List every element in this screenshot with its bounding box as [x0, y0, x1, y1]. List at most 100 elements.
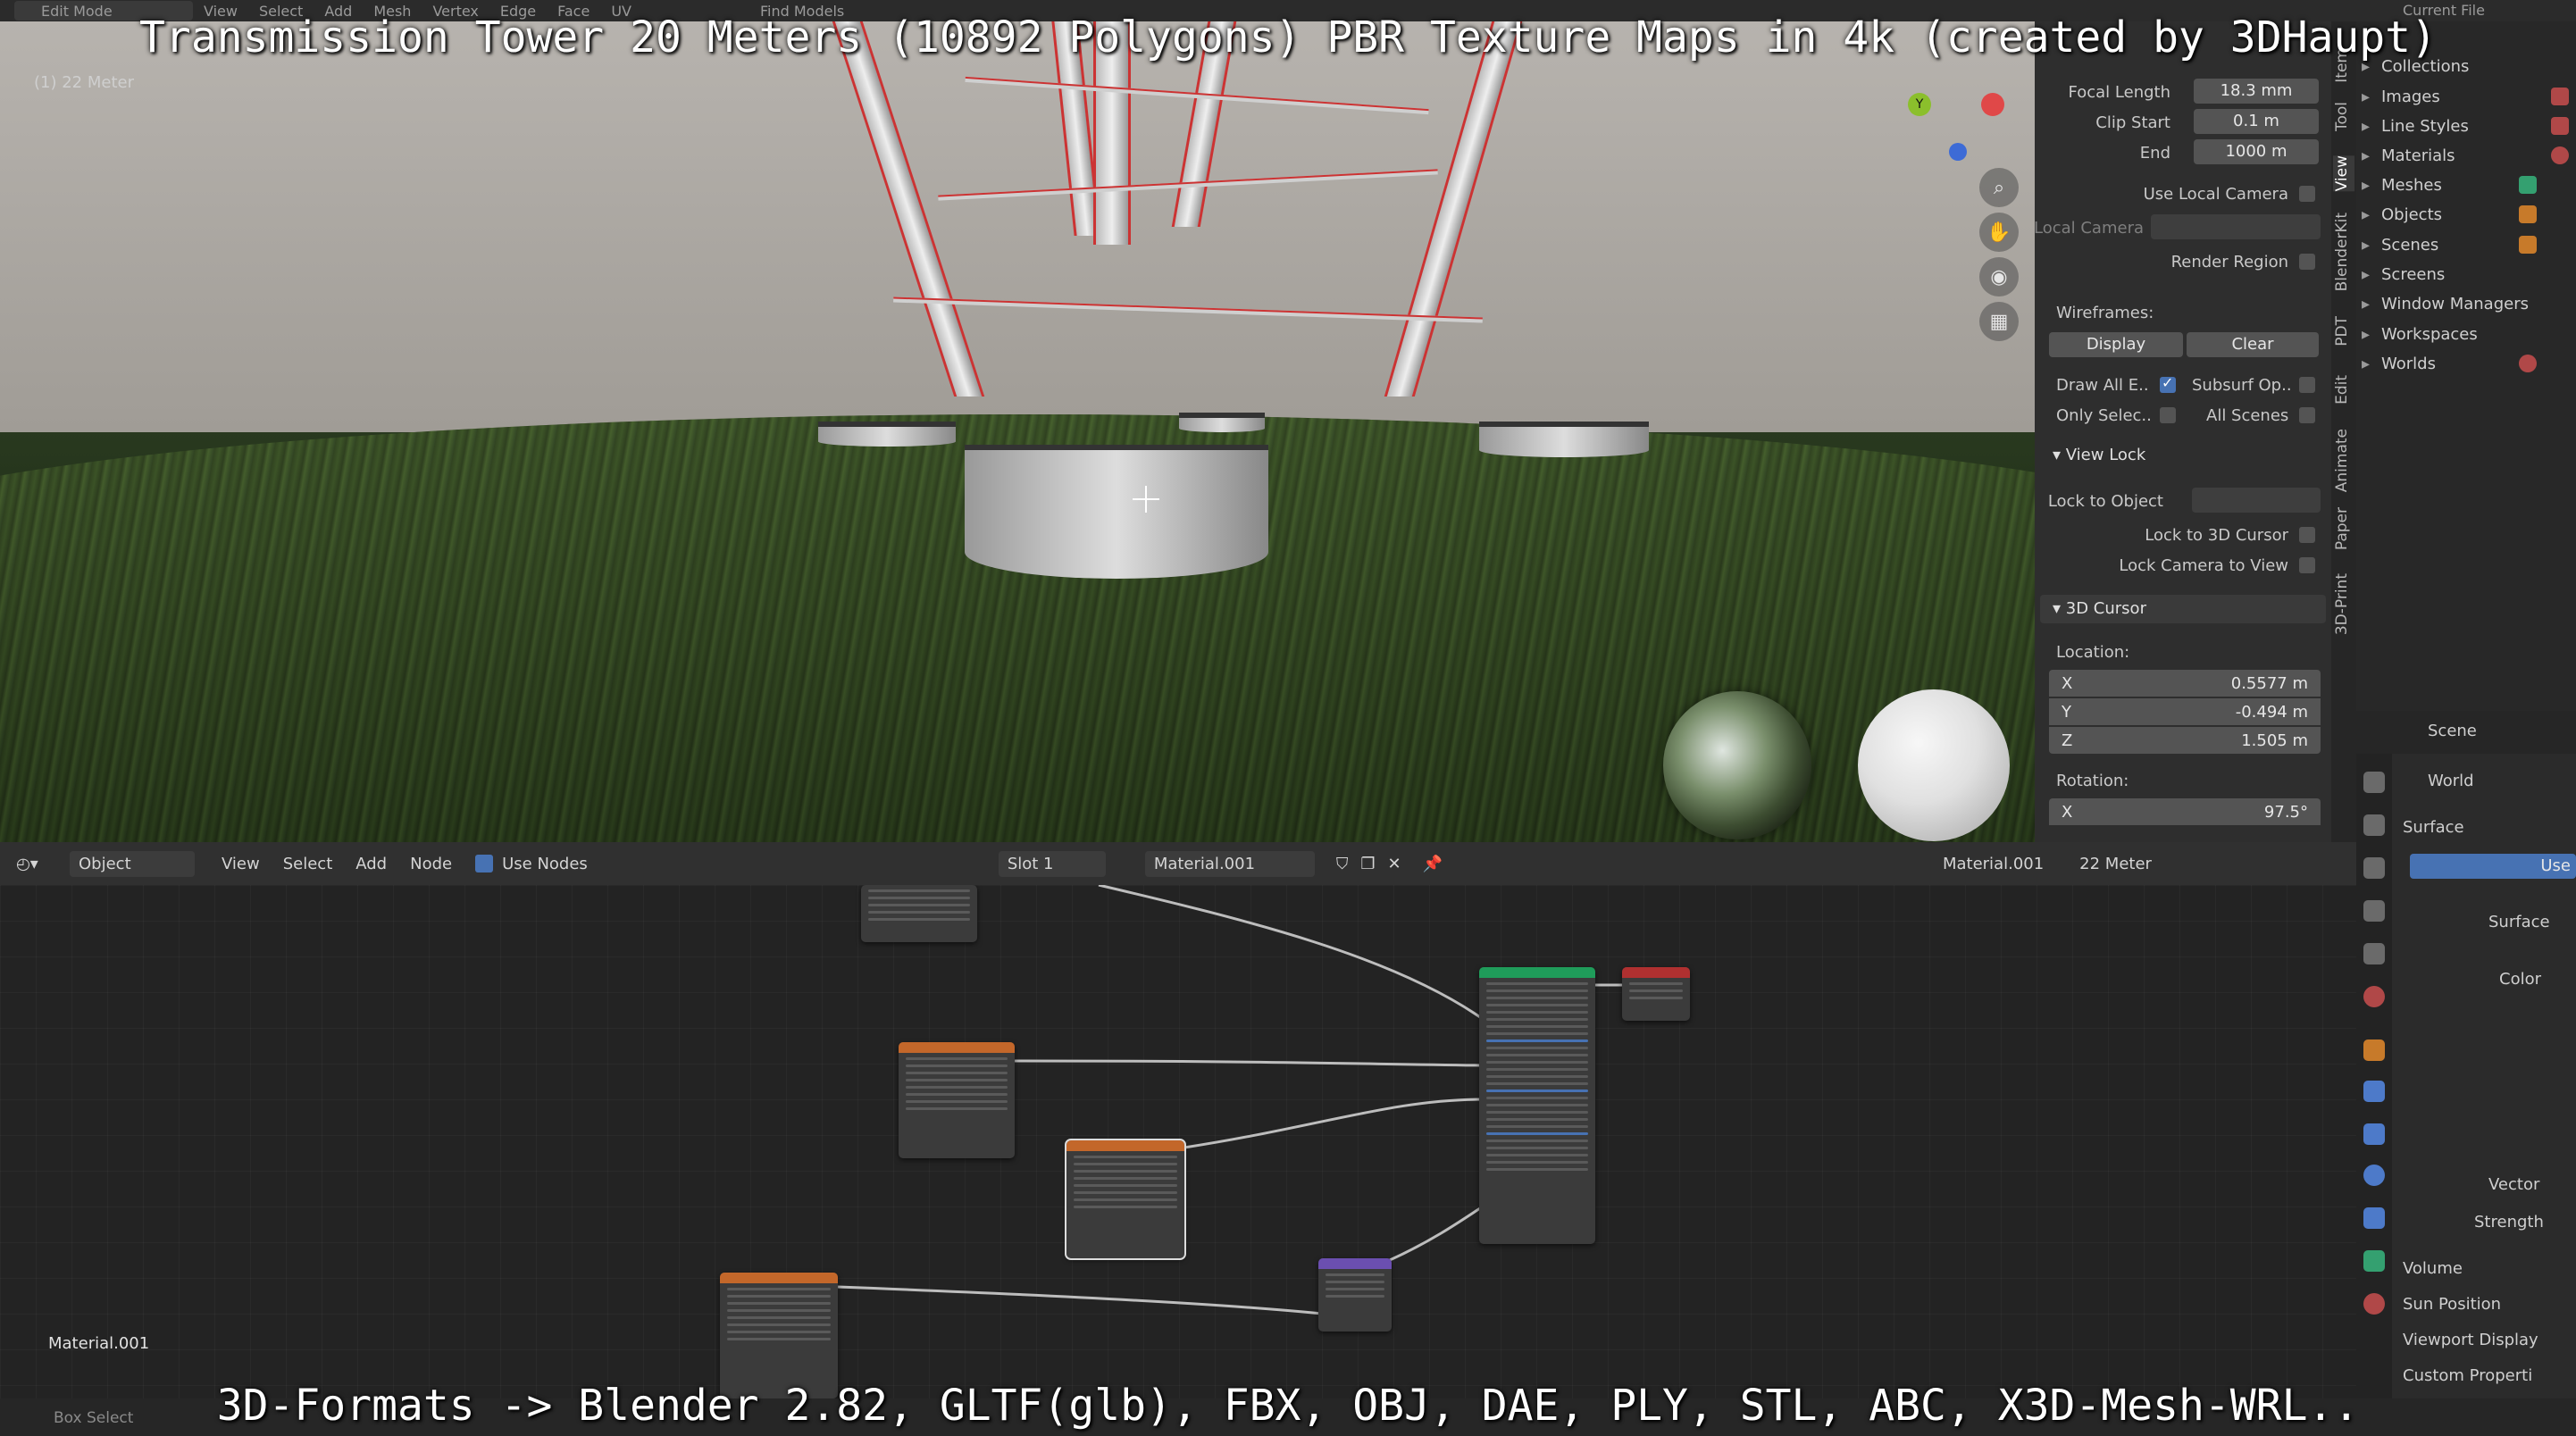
- material-selector[interactable]: Material.001: [1144, 850, 1315, 877]
- location-y-field[interactable]: Y -0.494 m: [2049, 698, 2321, 725]
- pan-hand-icon[interactable]: ✋: [1979, 213, 2019, 252]
- rotation-x-value: 97.5°: [2263, 803, 2308, 822]
- texture-node[interactable]: [861, 885, 977, 942]
- rotation-x-field[interactable]: X 97.5°: [2049, 798, 2321, 825]
- world-selector[interactable]: World: [2428, 772, 2474, 790]
- constraints-icon[interactable]: [2363, 1207, 2385, 1229]
- gizmo-z-axis[interactable]: [1949, 143, 1967, 161]
- world-icon[interactable]: [2363, 986, 2385, 1007]
- material-output-node[interactable]: [1622, 967, 1690, 1021]
- tab-view[interactable]: View: [2333, 155, 2354, 192]
- editor-type-icon[interactable]: ◴▾: [16, 855, 61, 873]
- view-layer-icon[interactable]: [2363, 900, 2385, 922]
- outliner-item-screens[interactable]: Screens: [2362, 265, 2445, 284]
- gizmo-x-axis[interactable]: [1981, 93, 2004, 116]
- menu-view[interactable]: View: [222, 855, 260, 873]
- local-camera-field[interactable]: [2151, 214, 2321, 239]
- lock-camera-checkbox[interactable]: [2299, 557, 2315, 573]
- mesh-data-icon[interactable]: [2363, 1250, 2385, 1272]
- pin-icon[interactable]: 📌: [1423, 855, 1443, 873]
- location-x-field[interactable]: X 0.5577 m: [2049, 670, 2321, 697]
- output-icon[interactable]: [2363, 857, 2385, 879]
- subsurf-checkbox[interactable]: [2299, 377, 2315, 393]
- 3d-cursor-section[interactable]: ▾ 3D Cursor: [2040, 595, 2326, 623]
- outliner-item-scenes[interactable]: Scenes: [2362, 236, 2438, 255]
- location-z-field[interactable]: Z 1.505 m: [2049, 727, 2321, 754]
- draw-all-checkbox[interactable]: [2160, 374, 2176, 393]
- 3d-cursor-crosshair[interactable]: [1133, 486, 1159, 513]
- outliner-item-window-managers[interactable]: Window Managers: [2362, 295, 2529, 313]
- clip-start-field[interactable]: 0.1 m: [2194, 109, 2319, 134]
- zoom-icon[interactable]: ⌕: [1979, 168, 2019, 207]
- viewport-display-section[interactable]: Viewport Display: [2403, 1331, 2538, 1349]
- clip-end-field[interactable]: 1000 m: [2194, 139, 2319, 164]
- modifier-wrench-icon[interactable]: [2363, 1081, 2385, 1102]
- scene-selector[interactable]: Scene: [2428, 722, 2477, 740]
- strength-label: Strength: [2474, 1213, 2544, 1231]
- breadcrumb-material: Material.001: [1942, 854, 2045, 873]
- menu-node[interactable]: Node: [410, 855, 452, 873]
- duplicate-material-icon[interactable]: ❐: [1360, 855, 1375, 873]
- slot-selector[interactable]: Slot 1: [998, 850, 1106, 877]
- image-texture-node[interactable]: [899, 1042, 1015, 1158]
- fake-user-shield-icon[interactable]: ⛉: [1336, 855, 1349, 873]
- outliner-item-images[interactable]: Images: [2362, 88, 2440, 106]
- tab-edit[interactable]: Edit: [2333, 375, 2354, 405]
- object-icon[interactable]: [2363, 1039, 2385, 1061]
- render-region-checkbox[interactable]: [2299, 254, 2315, 270]
- gizmo-y-axis[interactable]: Y: [1908, 93, 1931, 116]
- normal-map-node[interactable]: [1318, 1258, 1392, 1332]
- tool-icon[interactable]: [2363, 772, 2385, 793]
- tab-animate[interactable]: Animate: [2333, 429, 2354, 492]
- scene-icon[interactable]: [2363, 943, 2385, 964]
- object-type-selector[interactable]: Object: [70, 850, 195, 877]
- menu-select[interactable]: Select: [283, 855, 333, 873]
- material-icon[interactable]: [2363, 1293, 2385, 1315]
- properties-header: Scene: [2356, 711, 2576, 754]
- tab-pdt[interactable]: PDT: [2333, 316, 2354, 346]
- view-lock-section[interactable]: ▾ View Lock: [2040, 441, 2326, 470]
- wireframe-display-button[interactable]: Display: [2049, 332, 2183, 357]
- image-texture-node[interactable]: [720, 1273, 838, 1398]
- menu-add[interactable]: Add: [355, 855, 387, 873]
- render-icon[interactable]: [2363, 814, 2385, 836]
- all-scenes-checkbox[interactable]: [2299, 407, 2315, 423]
- axis-x-label: X: [2062, 674, 2073, 693]
- surface-section[interactable]: Surface: [2403, 818, 2464, 837]
- lock-3d-cursor-checkbox[interactable]: [2299, 527, 2315, 543]
- outliner-item-workspaces[interactable]: Workspaces: [2362, 325, 2478, 344]
- physics-icon[interactable]: [2363, 1165, 2385, 1186]
- use-local-camera-checkbox[interactable]: [2299, 186, 2315, 202]
- outliner-item-materials[interactable]: Materials: [2362, 146, 2455, 165]
- tab-blenderkit[interactable]: BlenderKit: [2333, 213, 2354, 291]
- use-nodes-checkbox[interactable]: [475, 855, 494, 872]
- sun-position-section[interactable]: Sun Position: [2403, 1295, 2501, 1314]
- only-selected-checkbox[interactable]: [2160, 407, 2176, 423]
- perspective-grid-icon[interactable]: ▦: [1979, 302, 2019, 341]
- particles-icon[interactable]: [2363, 1123, 2385, 1145]
- tab-tool[interactable]: Tool: [2333, 102, 2354, 131]
- subsurf-label: Subsurf Op..: [2192, 376, 2292, 395]
- 3d-viewport[interactable]: (1) 22 Meter Y ⌕ ✋ ◉ ▦: [0, 21, 2035, 842]
- principled-bsdf-node[interactable]: [1479, 967, 1595, 1244]
- tab-3d-print[interactable]: 3D-Print: [2333, 573, 2354, 635]
- tab-paper[interactable]: Paper: [2333, 507, 2354, 550]
- lock-camera-row: Lock Camera to View: [2035, 552, 2331, 579]
- camera-icon[interactable]: ◉: [1979, 257, 2019, 296]
- node-editor-canvas[interactable]: [0, 885, 2356, 1398]
- node-tree-material-label: Material.001: [48, 1334, 150, 1353]
- all-scenes-label: All Scenes: [2206, 406, 2289, 425]
- image-texture-node[interactable]: [1065, 1139, 1186, 1260]
- focal-length-field[interactable]: 18.3 mm: [2194, 79, 2319, 104]
- outliner-item-worlds[interactable]: Worlds: [2362, 355, 2436, 373]
- outliner-item-meshes[interactable]: Meshes: [2362, 176, 2442, 195]
- wireframe-clear-button[interactable]: Clear: [2187, 332, 2319, 357]
- tower-footing-left: [818, 422, 956, 447]
- outliner-panel: Collections Images Line Styles Materials…: [2356, 21, 2576, 711]
- volume-section[interactable]: Volume: [2403, 1259, 2463, 1278]
- use-nodes-button[interactable]: Use: [2410, 854, 2576, 879]
- lock-to-object-field[interactable]: [2192, 488, 2321, 513]
- outliner-item-line-styles[interactable]: Line Styles: [2362, 117, 2469, 136]
- outliner-item-objects[interactable]: Objects: [2362, 205, 2442, 224]
- close-icon[interactable]: ✕: [1387, 855, 1401, 873]
